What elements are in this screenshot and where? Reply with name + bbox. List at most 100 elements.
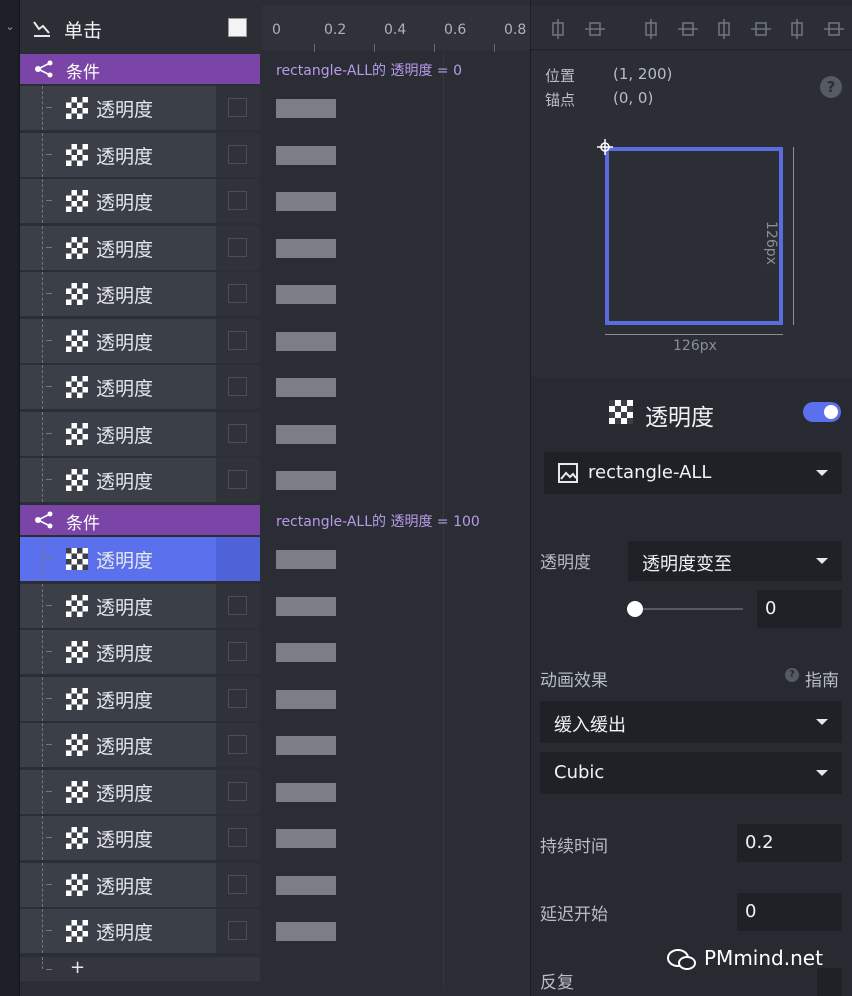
curve-dropdown[interactable]: Cubic	[540, 752, 842, 794]
timeline-bar[interactable]	[276, 378, 336, 397]
delay-input[interactable]: 0	[737, 893, 842, 931]
action-row-body[interactable]: 透明度	[20, 411, 216, 456]
timeline-bar[interactable]	[276, 471, 336, 490]
action-row[interactable]: 透明度	[20, 862, 260, 907]
action-checkbox[interactable]	[228, 98, 247, 117]
trigger-checkbox[interactable]	[228, 18, 247, 37]
action-row-body[interactable]: 透明度	[20, 909, 216, 953]
add-action-row[interactable]: +	[20, 957, 260, 981]
action-checkbox[interactable]	[228, 781, 247, 801]
action-row-body[interactable]: 透明度	[20, 132, 216, 177]
condition-row[interactable]: 条件	[20, 505, 260, 535]
align-middle-v-icon[interactable]	[786, 18, 808, 40]
action-row-body[interactable]: 透明度	[20, 272, 216, 316]
action-row-body[interactable]: 透明度	[20, 676, 216, 721]
timeline-bar[interactable]	[276, 875, 336, 895]
target-dropdown[interactable]: rectangle-ALL	[544, 452, 842, 494]
timeline-bar[interactable]	[276, 596, 336, 616]
action-row[interactable]: 透明度	[20, 365, 260, 409]
timeline-bar[interactable]	[276, 238, 336, 258]
action-row[interactable]: 透明度	[20, 630, 260, 674]
action-row-body[interactable]: 透明度	[20, 365, 216, 409]
chevron-down-icon[interactable]: ⌄	[3, 20, 17, 34]
action-row-body[interactable]: 透明度	[20, 179, 216, 223]
distribute-vertical-icon[interactable]	[584, 18, 606, 40]
action-row-body[interactable]: 透明度	[20, 86, 216, 130]
duration-input[interactable]: 0.2	[737, 824, 842, 862]
action-row-body[interactable]: 透明度	[20, 862, 216, 907]
action-row[interactable]: 透明度	[20, 225, 260, 270]
action-checkbox[interactable]	[228, 144, 247, 164]
align-right-icon[interactable]	[713, 18, 735, 40]
align-left-icon[interactable]	[640, 18, 662, 40]
action-row[interactable]: 透明度	[20, 318, 260, 363]
action-row-body[interactable]: 透明度	[20, 630, 216, 674]
action-checkbox[interactable]	[228, 595, 247, 615]
action-checkbox[interactable]	[228, 470, 247, 489]
align-bottom-icon[interactable]	[823, 18, 845, 40]
timeline-bar[interactable]	[276, 689, 336, 709]
timeline-bar[interactable]	[276, 424, 336, 444]
action-checkbox[interactable]	[228, 191, 247, 210]
timeline-bar[interactable]	[276, 331, 336, 351]
distribute-horizontal-icon[interactable]	[547, 18, 569, 40]
action-row[interactable]: 透明度	[20, 132, 260, 177]
align-center-h-icon[interactable]	[677, 18, 699, 40]
timeline-bar[interactable]	[276, 736, 336, 755]
opacity-slider[interactable]	[635, 608, 743, 610]
action-row[interactable]: 透明度	[20, 537, 260, 581]
action-row[interactable]: 透明度	[20, 458, 260, 502]
trigger-row[interactable]: 单击	[20, 6, 262, 50]
action-checkbox[interactable]	[228, 330, 247, 350]
opacity-mode-dropdown[interactable]: 透明度变至	[628, 541, 842, 581]
action-row-body[interactable]: 透明度	[20, 583, 216, 628]
property-enable-toggle[interactable]	[803, 402, 841, 422]
action-row-body[interactable]: 透明度	[20, 318, 216, 363]
add-action-button[interactable]: +	[70, 957, 85, 978]
action-row[interactable]: 透明度	[20, 816, 260, 860]
timeline-bar[interactable]	[276, 192, 336, 211]
opacity-value-input[interactable]: 0	[757, 590, 842, 628]
timeline-bar[interactable]	[276, 285, 336, 304]
action-row[interactable]: 透明度	[20, 179, 260, 223]
action-row[interactable]: 透明度	[20, 676, 260, 721]
action-row-body[interactable]: 透明度	[20, 458, 216, 502]
action-checkbox[interactable]	[228, 377, 247, 396]
condition-row[interactable]: 条件	[20, 54, 260, 84]
action-row[interactable]: 透明度	[20, 583, 260, 628]
action-checkbox[interactable]	[228, 921, 247, 940]
action-row-body[interactable]: 透明度	[20, 769, 216, 814]
timeline-bar[interactable]	[276, 922, 336, 941]
timeline-bar[interactable]	[276, 99, 336, 118]
action-checkbox[interactable]	[228, 688, 247, 708]
guide-link[interactable]: 指南	[805, 666, 839, 691]
timeline-bar[interactable]	[276, 145, 336, 165]
action-row[interactable]: 透明度	[20, 769, 260, 814]
align-top-icon[interactable]	[750, 18, 772, 40]
help-icon[interactable]: ?	[820, 76, 842, 98]
action-row-body[interactable]: 透明度	[20, 225, 216, 270]
action-row-body[interactable]: 透明度	[20, 816, 216, 860]
action-row-body[interactable]: 透明度	[20, 537, 216, 581]
action-row-body[interactable]: 透明度	[20, 723, 216, 767]
timeline-bar[interactable]	[276, 643, 336, 662]
action-row[interactable]: 透明度	[20, 723, 260, 767]
action-checkbox[interactable]	[228, 874, 247, 894]
action-row[interactable]: 透明度	[20, 272, 260, 316]
action-row[interactable]: 透明度	[20, 909, 260, 953]
repeat-input[interactable]	[817, 968, 842, 996]
opacity-slider-handle[interactable]	[627, 601, 643, 617]
guide-help-icon[interactable]: ?	[785, 668, 799, 682]
action-row[interactable]: 透明度	[20, 86, 260, 130]
easing-dropdown[interactable]: 缓入缓出	[540, 701, 842, 743]
action-row[interactable]: 透明度	[20, 411, 260, 456]
rectangle-preview[interactable]	[605, 147, 783, 325]
timeline-bar[interactable]	[276, 550, 336, 569]
action-checkbox[interactable]	[228, 828, 247, 847]
timeline-bar[interactable]	[276, 829, 336, 848]
anchor-point-icon[interactable]	[597, 139, 613, 155]
timeline-bar[interactable]	[276, 782, 336, 802]
action-checkbox[interactable]	[228, 237, 247, 257]
action-checkbox[interactable]	[228, 735, 247, 754]
action-checkbox[interactable]	[228, 642, 247, 661]
